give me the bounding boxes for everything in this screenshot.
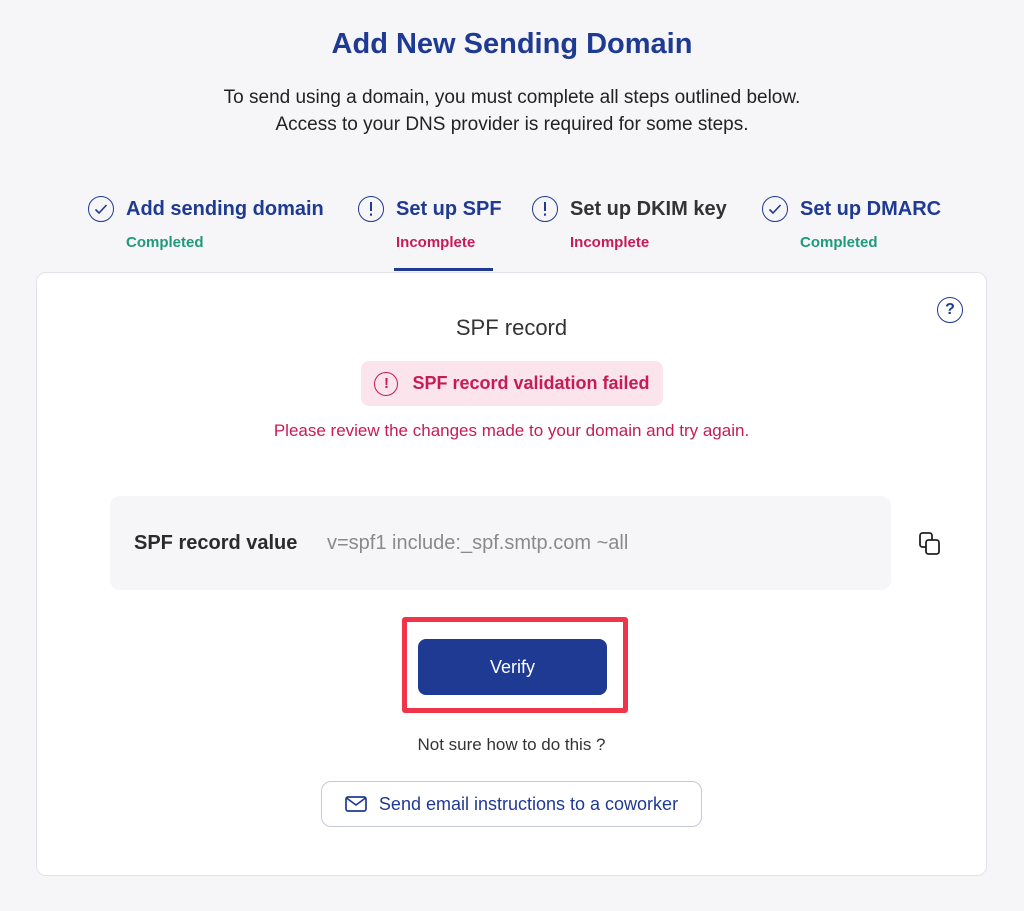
- send-instructions-button[interactable]: Send email instructions to a coworker: [321, 781, 702, 827]
- active-step-underline: [394, 268, 493, 271]
- page-title: Add New Sending Domain: [331, 28, 693, 60]
- exclamation-icon: [358, 196, 384, 222]
- check-icon: [762, 196, 788, 222]
- error-icon: !: [374, 371, 399, 396]
- spf-record-value[interactable]: v=spf1 include:_spf.smtp.com ~all: [327, 532, 628, 555]
- step-status: Completed: [800, 234, 878, 251]
- subtitle-line-1: To send using a domain, you must complet…: [223, 87, 801, 108]
- error-badge: ! SPF record validation failed: [361, 361, 663, 406]
- mail-icon: [345, 796, 367, 812]
- step-set-up-spf[interactable]: Set up SPF Incomplete: [358, 196, 502, 251]
- check-icon: [88, 196, 114, 222]
- step-label: Set up DKIM key: [570, 197, 727, 220]
- spf-record-box: SPF record value v=spf1 include:_spf.smt…: [110, 496, 891, 590]
- step-add-sending-domain[interactable]: Add sending domain Completed: [88, 196, 324, 251]
- step-set-up-dmarc[interactable]: Set up DMARC Completed: [762, 196, 941, 251]
- copy-icon[interactable]: [917, 531, 943, 557]
- page-subtitle: To send using a domain, you must complet…: [0, 84, 1024, 138]
- spf-record-card: ? SPF record ! SPF record validation fai…: [36, 272, 987, 876]
- step-label: Set up DMARC: [800, 197, 942, 220]
- help-text: Not sure how to do this ?: [417, 735, 606, 754]
- error-message: Please review the changes made to your d…: [273, 421, 750, 440]
- send-instructions-label: Send email instructions to a coworker: [378, 793, 679, 814]
- spf-record-label: SPF record value: [134, 531, 298, 554]
- verify-button[interactable]: Verify: [418, 639, 607, 695]
- step-status: Incomplete: [396, 234, 476, 251]
- step-tabs: Add sending domain Completed Set up SPF …: [0, 196, 1024, 272]
- subtitle-line-2: Access to your DNS provider is required …: [275, 114, 749, 135]
- step-label: Set up SPF: [396, 197, 502, 220]
- card-title: SPF record: [455, 315, 568, 340]
- exclamation-icon: [532, 196, 558, 222]
- error-badge-text: SPF record validation failed: [412, 373, 650, 393]
- step-set-up-dkim-key[interactable]: Set up DKIM key Incomplete: [532, 196, 727, 251]
- step-label: Add sending domain: [126, 197, 324, 220]
- step-status: Incomplete: [570, 234, 650, 251]
- step-status: Completed: [126, 234, 204, 251]
